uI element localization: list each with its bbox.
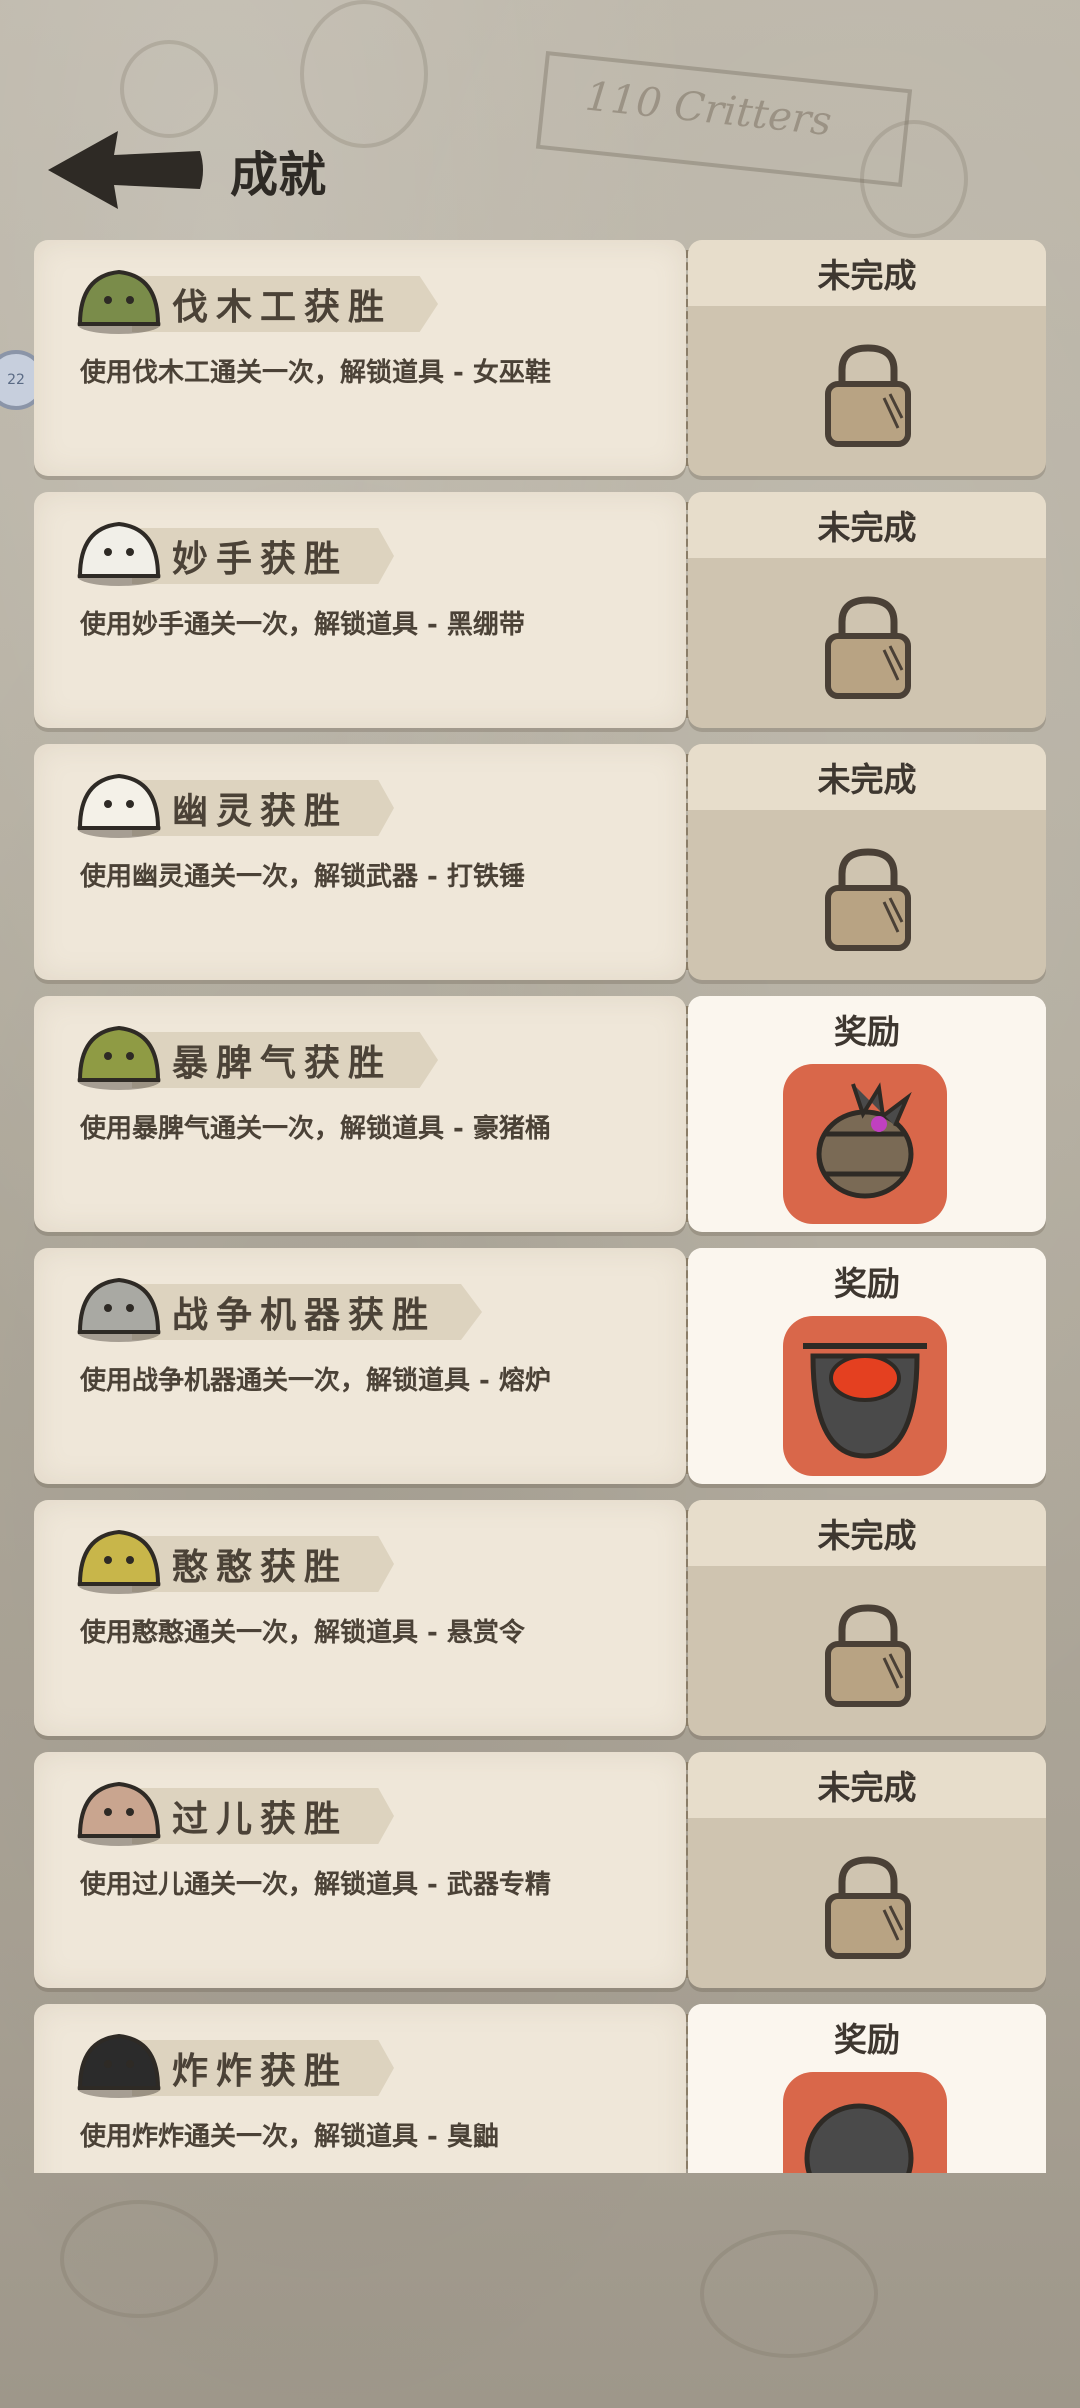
achievement-description: 使用炸炸通关一次，解锁道具 - 臭鼬 — [80, 2122, 499, 2152]
achievement-card[interactable]: 炸炸获胜使用炸炸通关一次，解锁道具 - 臭鼬 奖励 — [34, 2004, 1046, 2173]
locked-panel[interactable]: 未完成 — [688, 1500, 1046, 1736]
achievement-title-tab: 妙手获胜 — [132, 528, 395, 584]
achievement-title: 暴脾气获胜 — [172, 1043, 393, 1084]
reward-panel[interactable]: 奖励 — [688, 996, 1046, 1232]
achievement-info-panel: 妙手获胜使用妙手通关一次，解锁道具 - 黑绷带 — [34, 492, 686, 728]
achievement-info-panel: 幽灵获胜使用幽灵通关一次，解锁武器 - 打铁锤 — [34, 744, 686, 980]
status-strip: 奖励 — [688, 1248, 1046, 1314]
dummy-avatar-icon — [77, 1529, 161, 1594]
achievement-title-tab: 过儿获胜 — [132, 1788, 395, 1844]
achievement-info-panel: 憨憨获胜使用憨憨通关一次，解锁道具 - 悬赏令 — [34, 1500, 686, 1736]
status-strip: 未完成 — [688, 744, 1046, 810]
lock-icon — [825, 1856, 911, 1959]
grumpy-avatar-icon — [77, 1025, 161, 1090]
lumberjack-avatar-icon — [77, 269, 161, 334]
achievement-title: 伐木工获胜 — [172, 287, 393, 328]
bomb-avatar-icon — [77, 2033, 161, 2098]
status-label: 奖励 — [834, 1264, 900, 1303]
locked-panel[interactable]: 未完成 — [688, 240, 1046, 476]
status-strip: 未完成 — [688, 240, 1046, 306]
status-label: 未完成 — [817, 1516, 917, 1555]
guoer-avatar-icon — [77, 1781, 161, 1846]
status-label: 未完成 — [817, 256, 917, 295]
achievement-title-tab: 炸炸获胜 — [132, 2040, 395, 2096]
status-label: 未完成 — [817, 508, 917, 547]
achievement-card[interactable]: 妙手获胜使用妙手通关一次，解锁道具 - 黑绷带 未完成 — [34, 492, 1046, 728]
achievement-info-panel: 过儿获胜使用过儿通关一次，解锁道具 - 武器专精 — [34, 1752, 686, 1988]
background-doodle — [700, 2230, 878, 2358]
status-strip: 未完成 — [688, 1752, 1046, 1818]
thief-avatar-icon — [77, 521, 161, 586]
status-strip: 奖励 — [688, 2004, 1046, 2070]
reward-panel[interactable]: 奖励 — [688, 1248, 1046, 1484]
achievement-title: 妙手获胜 — [172, 539, 349, 580]
achievement-description: 使用过儿通关一次，解锁道具 - 武器专精 — [80, 1870, 551, 1900]
status-label: 未完成 — [817, 760, 917, 799]
locked-panel[interactable]: 未完成 — [688, 492, 1046, 728]
achievement-card[interactable]: 过儿获胜使用过儿通关一次，解锁道具 - 武器专精 未完成 — [34, 1752, 1046, 1988]
achievement-description: 使用憨憨通关一次，解锁道具 - 悬赏令 — [80, 1618, 525, 1648]
achievement-description: 使用暴脾气通关一次，解锁道具 - 豪猪桶 — [80, 1114, 551, 1144]
achievement-card[interactable]: 幽灵获胜使用幽灵通关一次，解锁武器 - 打铁锤 未完成 — [34, 744, 1046, 980]
page-header: 成就 — [40, 120, 326, 220]
status-strip: 未完成 — [688, 492, 1046, 558]
achievement-title-tab: 暴脾气获胜 — [132, 1032, 439, 1088]
lock-icon — [825, 596, 911, 699]
achievement-info-panel: 伐木工获胜使用伐木工通关一次，解锁道具 - 女巫鞋 — [34, 240, 686, 476]
locked-panel[interactable]: 未完成 — [688, 744, 1046, 980]
page-title: 成就 — [230, 147, 327, 203]
achievement-card[interactable]: 憨憨获胜使用憨憨通关一次，解锁道具 - 悬赏令 未完成 — [34, 1500, 1046, 1736]
background-banner-text: 110 Critters — [583, 73, 834, 146]
lock-icon — [825, 1604, 911, 1707]
status-label: 未完成 — [817, 1768, 917, 1807]
achievement-info-panel: 暴脾气获胜使用暴脾气通关一次，解锁道具 - 豪猪桶 — [34, 996, 686, 1232]
achievement-description: 使用幽灵通关一次，解锁武器 - 打铁锤 — [80, 862, 525, 892]
skunk-icon[interactable] — [783, 2072, 947, 2173]
status-strip: 奖励 — [688, 996, 1046, 1062]
achievement-info-panel: 炸炸获胜使用炸炸通关一次，解锁道具 - 臭鼬 — [34, 2004, 686, 2173]
achievement-card[interactable]: 伐木工获胜使用伐木工通关一次，解锁道具 - 女巫鞋 未完成 — [34, 240, 1046, 476]
status-label: 奖励 — [834, 2020, 900, 2059]
lock-icon — [825, 848, 911, 951]
locked-panel[interactable]: 未完成 — [688, 1752, 1046, 1988]
achievement-title-tab: 憨憨获胜 — [132, 1536, 395, 1592]
achievement-card[interactable]: 暴脾气获胜使用暴脾气通关一次，解锁道具 - 豪猪桶 奖励 — [34, 996, 1046, 1232]
achievement-list[interactable]: 伐木工获胜 使用伐木工通关一次，解锁道具 - 女巫鞋 未完成 妙手获胜 使用妙手通关一次… — [34, 240, 1046, 2173]
achievement-description: 使用妙手通关一次，解锁道具 - 黑绷带 — [80, 610, 525, 640]
reward-panel[interactable]: 奖励 — [688, 2004, 1046, 2173]
war-machine-avatar-icon — [77, 1277, 161, 1342]
status-label: 奖励 — [834, 1012, 900, 1051]
achievement-title-tab: 伐木工获胜 — [132, 276, 439, 332]
achievement-title: 幽灵获胜 — [172, 791, 349, 832]
furnace-icon[interactable] — [783, 1316, 947, 1476]
background-doodle — [60, 2200, 218, 2318]
achievement-info-panel: 战争机器获胜使用战争机器通关一次，解锁道具 - 熔炉 — [34, 1248, 686, 1484]
achievement-title: 战争机器获胜 — [172, 1295, 437, 1336]
porcupine-barrel-icon[interactable] — [783, 1064, 947, 1224]
achievement-title: 炸炸获胜 — [172, 2051, 349, 2092]
achievement-card[interactable]: 战争机器获胜使用战争机器通关一次，解锁道具 - 熔炉 奖励 — [34, 1248, 1046, 1484]
achievement-title-tab: 幽灵获胜 — [132, 780, 395, 836]
achievement-description: 使用伐木工通关一次，解锁道具 - 女巫鞋 — [80, 358, 551, 388]
status-strip: 未完成 — [688, 1500, 1046, 1566]
ghost-avatar-icon — [77, 773, 161, 838]
achievement-title: 憨憨获胜 — [172, 1547, 349, 1588]
back-arrow-icon[interactable] — [40, 125, 210, 215]
achievement-description: 使用战争机器通关一次，解锁道具 - 熔炉 — [80, 1366, 551, 1396]
achievement-title: 过儿获胜 — [172, 1799, 349, 1840]
lock-icon — [825, 344, 911, 447]
achievement-title-tab: 战争机器获胜 — [132, 1284, 483, 1340]
